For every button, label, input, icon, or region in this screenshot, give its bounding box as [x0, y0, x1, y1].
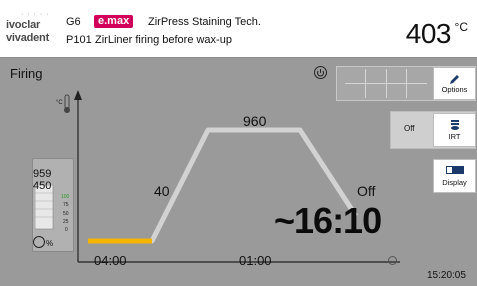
program-title: ZirPress Staining Tech.: [148, 16, 261, 28]
holding-time-label[interactable]: 01:00: [239, 253, 272, 268]
temperature-unit: °C: [454, 20, 468, 34]
heating-rate-label[interactable]: 40: [154, 183, 170, 199]
program-number: P101: [66, 34, 92, 46]
y-axis-arrowhead: [74, 90, 82, 100]
temp-readout-top: 959: [33, 168, 52, 180]
current-temperature: 403: [405, 18, 452, 49]
program-group: G6: [66, 16, 81, 28]
logo-line-2: vivadent: [6, 32, 50, 44]
logo-dots-icon: · · · · ·: [21, 11, 50, 18]
hold-temperature-label[interactable]: 960: [243, 113, 266, 129]
temp-readout-bottom: 450: [33, 180, 52, 192]
clock-icon: [388, 256, 397, 265]
level-75: 75: [63, 202, 69, 208]
percent-label: %: [46, 239, 54, 248]
level-50: 50: [63, 211, 69, 217]
y-unit-label: °C: [56, 100, 63, 106]
logo-line-1: ivoclar: [6, 19, 41, 31]
system-clock: 15:20:05: [427, 270, 466, 281]
program-name: ZirLiner firing before wax-up: [95, 34, 232, 46]
header-bar: · · · · · ivoclar vivadent G6 P101 e.max…: [0, 0, 477, 58]
remaining-time: ~16:10: [274, 200, 382, 241]
level-100: 100: [61, 194, 70, 200]
thermometer-icon: [64, 94, 70, 113]
brand-badge: e.max: [94, 15, 134, 28]
closing-time-label[interactable]: 04:00: [94, 253, 127, 268]
cooling-label[interactable]: Off: [357, 183, 375, 199]
level-25: 25: [63, 219, 69, 225]
level-0: 0: [65, 227, 68, 233]
vacuum-icon: [33, 236, 45, 248]
ivoclar-vivadent-logo: · · · · · ivoclar vivadent: [6, 9, 60, 49]
